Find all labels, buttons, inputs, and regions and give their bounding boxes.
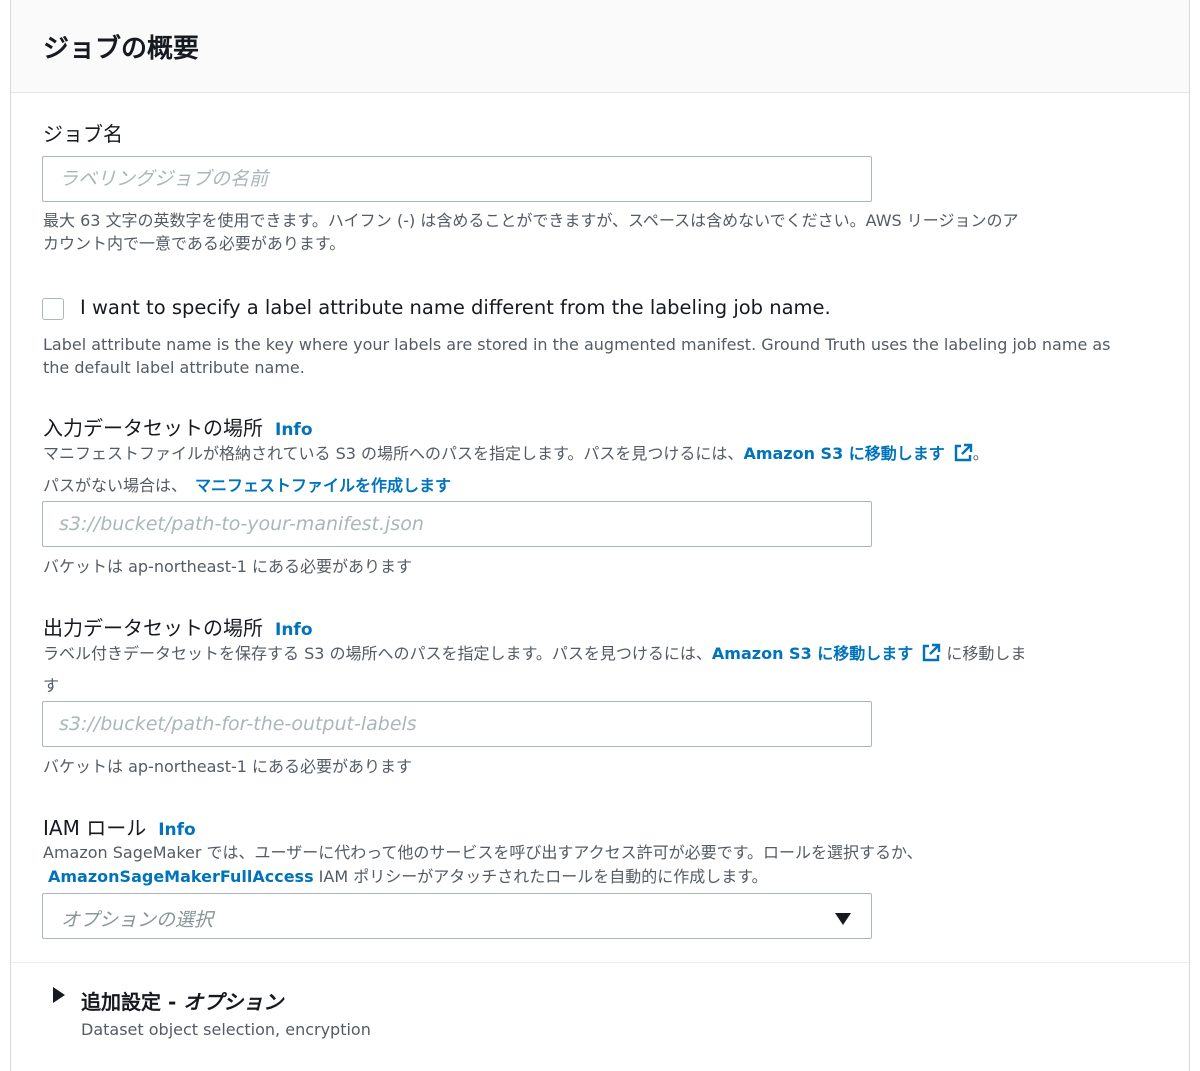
job-name-hint: 最大 63 文字の英数字を使用できます。ハイフン (-) は含めることができます… (43, 209, 1018, 255)
input-location-desc-text: マニフェストファイルが格納されている S3 の場所へのパスを指定します。パスを見… (43, 444, 744, 463)
iam-role-desc-line2: IAM ポリシーがアタッチされたロールを自動的に作成します。 (313, 867, 768, 886)
caret-down-icon (835, 910, 851, 929)
output-location-hint: バケットは ap-northeast-1 にある必要があります (43, 757, 413, 776)
output-location-desc-suffix: に移動しま (941, 644, 1027, 663)
iam-role-info-link[interactable]: Info (158, 820, 196, 840)
output-location-heading: 出力データセットの場所 Info (43, 612, 313, 641)
iam-role-heading: IAM ロール Info (43, 812, 196, 841)
input-location-desc-suffix: 。 (972, 444, 989, 463)
output-location-desc-text: ラベル付きデータセットを保存する S3 の場所へのパスを指定します。パスを見つけ… (43, 644, 712, 663)
job-name-input[interactable] (42, 156, 872, 202)
input-location-info-link[interactable]: Info (275, 420, 313, 440)
input-location-label: 入力データセットの場所 (43, 416, 263, 440)
input-location-desc2-text: パスがない場合は、 (43, 476, 188, 495)
input-location-heading: 入力データセットの場所 Info (43, 412, 313, 441)
output-location-description: ラベル付きデータセットを保存する S3 の場所へのパスを指定します。パスを見つけ… (43, 642, 1026, 697)
additional-settings-toggle[interactable]: 追加設定 - オプション (81, 986, 283, 1015)
additional-settings-optional: オプション (183, 990, 284, 1014)
input-location-s3-link[interactable]: Amazon S3 に移動します (743, 444, 944, 463)
iam-role-description: Amazon SageMaker では、ユーザーに代わって他のサービスを呼び出す… (43, 841, 923, 888)
iam-role-desc-line1: Amazon SageMaker では、ユーザーに代わって他のサービスを呼び出す… (43, 843, 923, 862)
section-divider (11, 962, 1189, 963)
external-link-icon[interactable] (953, 443, 973, 469)
caret-right-icon[interactable] (53, 987, 65, 1007)
output-location-info-link[interactable]: Info (275, 620, 313, 640)
job-name-label: ジョブ名 (43, 122, 123, 146)
additional-settings-title: 追加設定 - (81, 990, 184, 1014)
job-overview-panel: ジョブの概要 ジョブ名 最大 63 文字の英数字を使用できます。ハイフン (-)… (10, 0, 1190, 1071)
output-location-s3-link[interactable]: Amazon S3 に移動します (712, 644, 913, 663)
output-path-input[interactable] (42, 701, 872, 747)
label-attribute-checkbox-label[interactable]: I want to specify a label attribute name… (80, 296, 831, 319)
panel-title: ジョブの概要 (43, 34, 200, 64)
input-location-hint: バケットは ap-northeast-1 にある必要があります (43, 557, 413, 576)
additional-settings-subtitle: Dataset object selection, encryption (81, 1020, 371, 1039)
job-name-hint-line2: カウント内で一意である必要があります。 (43, 234, 346, 253)
panel-header: ジョブの概要 (11, 0, 1189, 93)
input-manifest-path-input[interactable] (42, 501, 872, 547)
iam-role-select-value: オプションの選択 (61, 909, 214, 931)
external-link-icon[interactable] (921, 643, 941, 669)
output-location-desc-line2: す (43, 676, 60, 695)
iam-role-label: IAM ロール (43, 816, 147, 840)
create-manifest-link[interactable]: マニフェストファイルを作成します (195, 476, 451, 495)
label-attribute-description: Label attribute name is the key where yo… (43, 333, 1111, 379)
label-attribute-checkbox[interactable] (42, 298, 64, 320)
full-access-policy-link[interactable]: AmazonSageMakerFullAccess (48, 867, 314, 886)
label-attribute-desc-line2: the default label attribute name. (43, 358, 305, 377)
job-name-hint-line1: 最大 63 文字の英数字を使用できます。ハイフン (-) は含めることができます… (43, 211, 1019, 230)
input-location-description: マニフェストファイルが格納されている S3 の場所へのパスを指定します。パスを見… (43, 442, 989, 497)
label-attribute-desc-line1: Label attribute name is the key where yo… (43, 335, 1111, 354)
iam-role-select[interactable]: オプションの選択 (42, 893, 872, 939)
output-location-label: 出力データセットの場所 (43, 616, 263, 640)
